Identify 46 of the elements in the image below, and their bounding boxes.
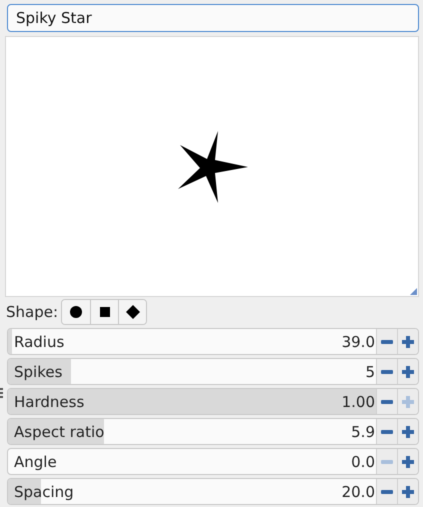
parameter-label: Radius [14,332,64,350]
parameter-value: 5 [365,362,375,380]
shape-button[interactable] [90,300,118,324]
square-icon [100,307,110,317]
plus-icon [402,336,414,348]
plus-icon [402,396,414,408]
diamond-icon [126,305,140,319]
circle-icon [70,306,82,318]
decrease-button[interactable] [376,329,397,354]
plus-icon [402,456,414,468]
star-icon [176,130,248,204]
parameter-label: Hardness [14,392,84,410]
shape-label: Shape: [5,303,58,321]
minus-icon [381,400,393,404]
drag-handle-icon[interactable] [0,388,3,399]
increase-button[interactable] [397,449,418,474]
decrease-button[interactable] [376,389,397,414]
parameter-value: 39.0 [342,332,375,350]
parameter-label: Spacing [14,482,74,500]
parameter-value: 20.0 [342,482,375,500]
minus-icon [381,430,393,434]
minus-icon [381,460,393,464]
parameter-value: 0.0 [351,452,375,470]
increase-button[interactable] [397,479,418,504]
name-field[interactable]: Spiky Star [7,4,419,32]
parameter-value: 1.00 [342,392,375,410]
minus-icon [381,490,393,494]
resize-grip-icon[interactable] [410,288,417,295]
parameter-label: Aspect ratio [14,422,104,440]
shape-button[interactable] [62,300,90,324]
parameter-value: 5.9 [351,422,375,440]
increase-button[interactable] [397,359,418,384]
shape-button[interactable] [118,300,146,324]
minus-icon [381,370,393,374]
increase-button[interactable] [397,419,418,444]
parameter-label: Spikes [14,362,62,380]
decrease-button[interactable] [376,359,397,384]
increase-button[interactable] [397,329,418,354]
decrease-button[interactable] [376,419,397,444]
plus-icon [402,426,414,438]
shape-selector[interactable] [61,299,148,325]
plus-icon [402,366,414,378]
plus-icon [402,486,414,498]
minus-icon [381,340,393,344]
parameter-label: Angle [14,452,57,470]
decrease-button[interactable] [376,479,397,504]
